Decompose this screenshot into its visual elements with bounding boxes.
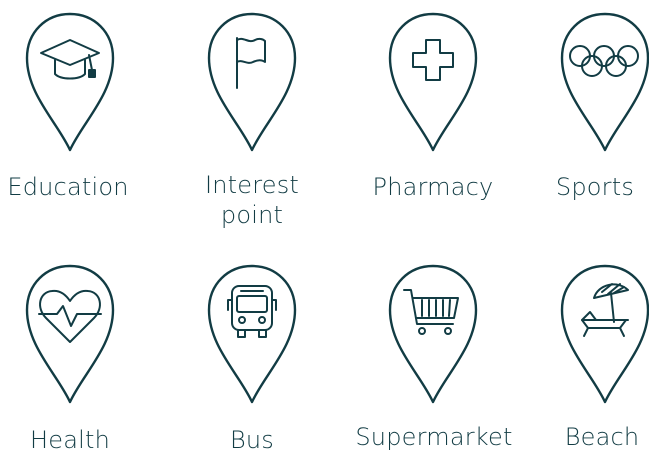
label-bus: Bus [229, 426, 275, 454]
pin-health [21, 262, 119, 408]
pin-sports [556, 10, 649, 156]
map-pin-icon [560, 12, 649, 152]
flag-icon [236, 37, 266, 89]
map-pin-icon [207, 12, 297, 152]
pin-education [21, 10, 119, 156]
map-pin-icon [25, 264, 115, 404]
map-pin-icon [25, 12, 115, 152]
label-supermarket: Supermarket [355, 423, 513, 451]
map-pin-icon [388, 12, 478, 152]
map-pin-icon [560, 264, 649, 404]
shopping-cart-icon [403, 289, 459, 335]
label-education: Education [7, 173, 129, 201]
map-pin-icon [207, 264, 297, 404]
map-pin-icon [388, 264, 478, 404]
graduation-cap-icon [40, 39, 100, 80]
label-interest-point: Interest point [204, 171, 300, 229]
label-beach: Beach [564, 423, 640, 451]
label-sports: Sports [555, 173, 635, 201]
pin-interest-point [203, 10, 301, 156]
pin-supermarket [384, 262, 482, 408]
cross-icon [412, 39, 454, 81]
heart-pulse-icon [38, 289, 102, 343]
pin-bus [203, 262, 301, 408]
olympic-rings-icon [569, 45, 639, 77]
pin-beach [556, 262, 649, 408]
label-pharmacy: Pharmacy [372, 173, 494, 201]
bus-icon [227, 285, 277, 338]
beach-umbrella-icon [581, 283, 629, 337]
pin-pharmacy [384, 10, 482, 156]
label-health: Health [29, 426, 110, 454]
